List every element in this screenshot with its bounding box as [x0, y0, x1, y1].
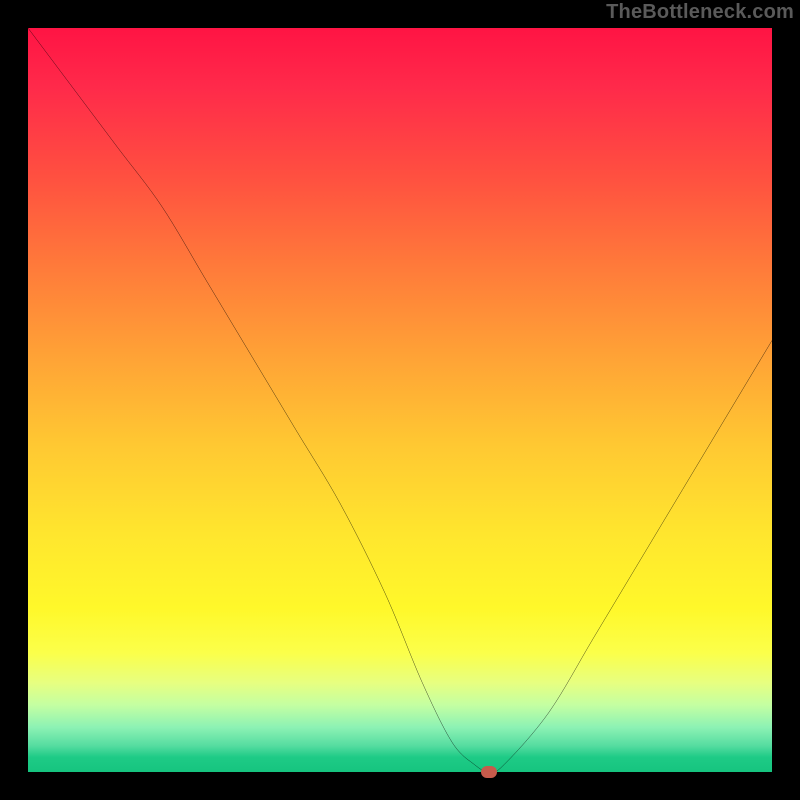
plot-area — [28, 28, 772, 772]
optimal-marker — [481, 766, 497, 778]
bottleneck-curve — [28, 28, 772, 772]
watermark-text: TheBottleneck.com — [606, 1, 794, 24]
